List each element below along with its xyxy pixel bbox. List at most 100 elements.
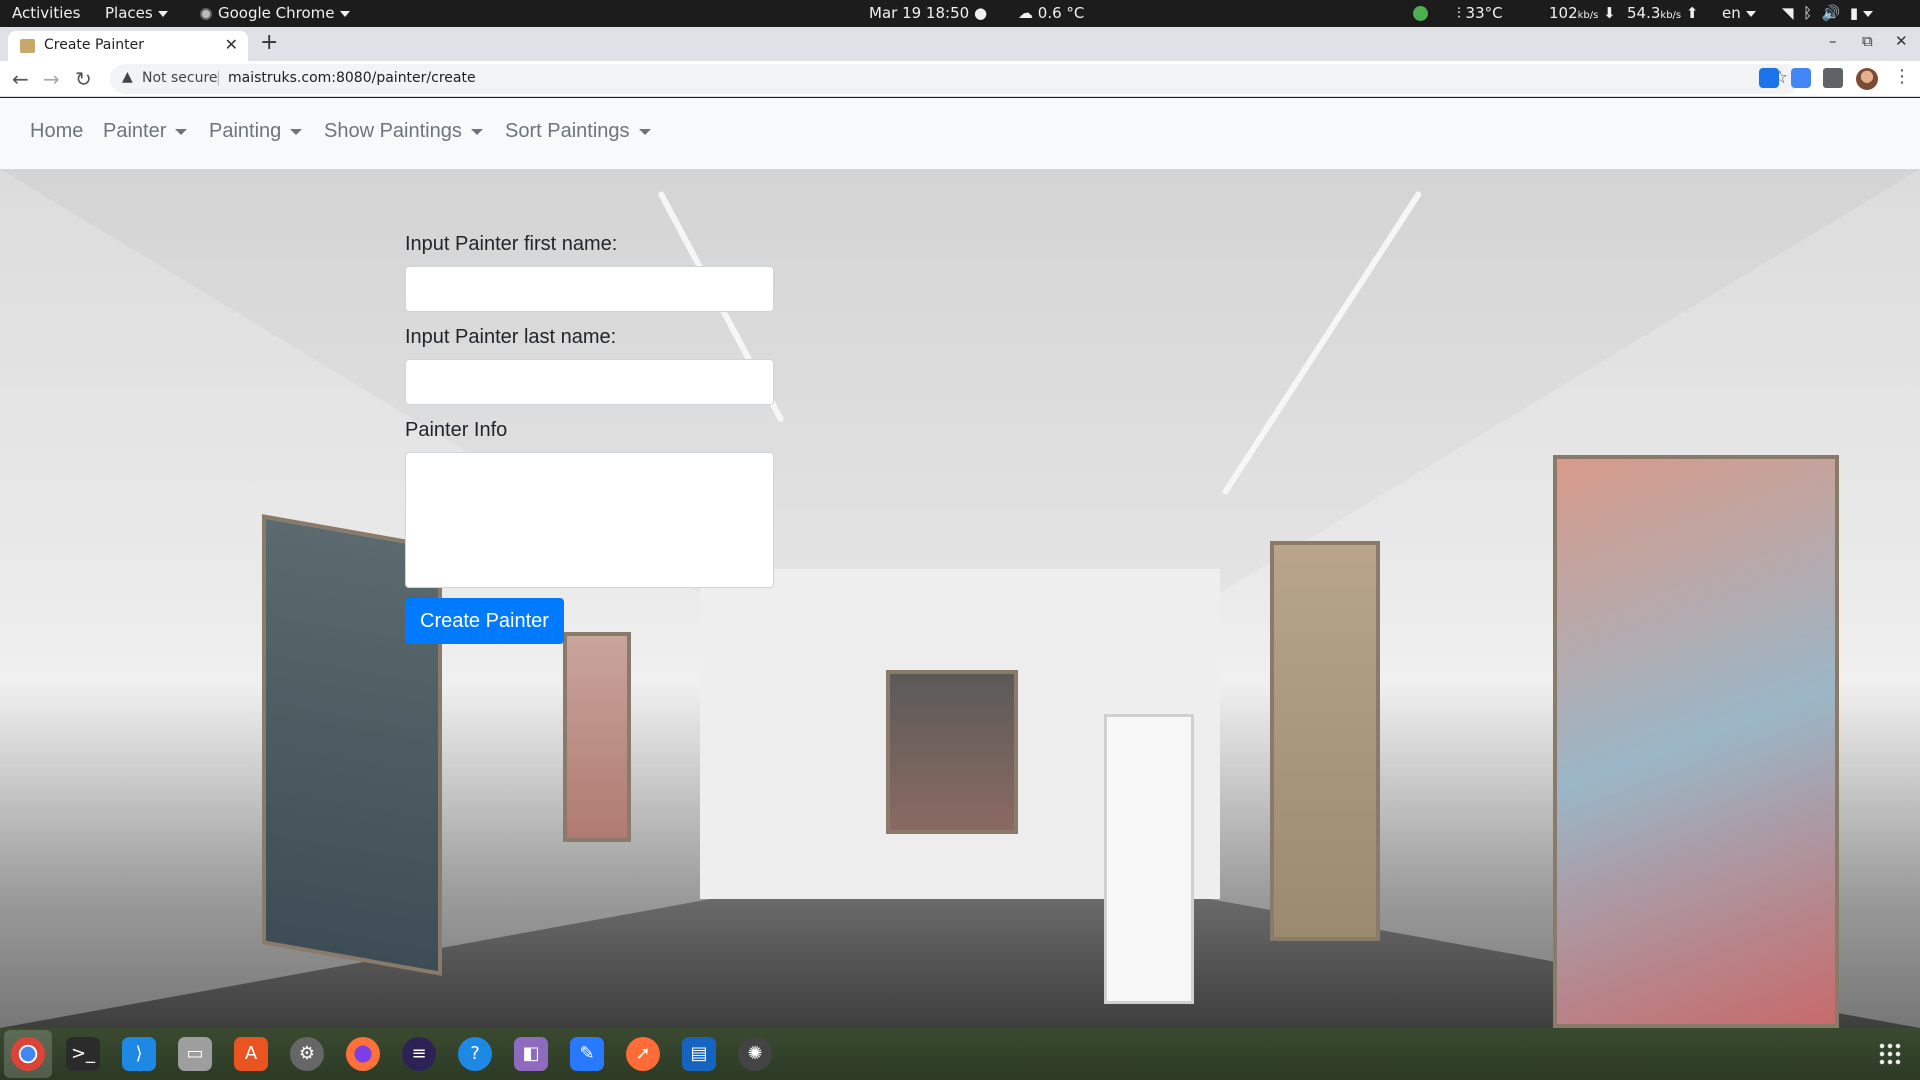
minimize-button[interactable]: –	[1829, 32, 1837, 50]
browser-tab[interactable]: Create Painter ✕	[8, 31, 248, 61]
text-editor-icon[interactable]: ✎	[570, 1037, 604, 1071]
help-icon[interactable]: ?	[458, 1037, 492, 1071]
weather-icon: ☁	[1018, 4, 1033, 22]
painting-artwork	[1270, 541, 1380, 941]
nav-sort-paintings-label: Sort Paintings	[505, 120, 630, 142]
web-page: Home Painter Painting Show Paintings Sor…	[0, 98, 1920, 1028]
gear-app-icon[interactable]: ✺	[738, 1037, 772, 1071]
net-down-indicator: 102kb/s ⬇	[1549, 0, 1616, 27]
nav-painting-dropdown[interactable]: Painting	[209, 120, 303, 143]
nav-painter-label: Painter	[103, 120, 167, 142]
painting-artwork	[563, 632, 631, 842]
chevron-down-icon	[175, 128, 188, 135]
painting-artwork	[1553, 455, 1839, 1028]
restore-button[interactable]: ⧉	[1862, 32, 1873, 50]
system-top-bar: Activities Places Google Chrome Mar 19 1…	[0, 0, 1920, 27]
chrome-icon[interactable]	[11, 1037, 45, 1071]
check-icon	[1413, 6, 1428, 21]
create-painter-form: Input Painter first name: Input Painter …	[405, 233, 775, 644]
chevron-down-icon	[1745, 10, 1756, 17]
address-bar[interactable]: ▲ Not secure | maistruks.com:8080/painte…	[110, 64, 1800, 94]
first-name-label: Input Painter first name:	[405, 233, 618, 255]
new-tab-button[interactable]: +	[260, 30, 278, 55]
gallery-door	[1104, 714, 1194, 1004]
url-text[interactable]: maistruks.com:8080/painter/create	[228, 70, 476, 86]
reader-extension-icon[interactable]	[1791, 68, 1811, 88]
bluetooth-icon: ᛒ	[1803, 4, 1813, 22]
software-center-icon[interactable]: A	[234, 1037, 268, 1071]
nav-sort-paintings-dropdown[interactable]: Sort Paintings	[505, 120, 651, 143]
forward-button[interactable]: →	[43, 67, 60, 91]
nav-show-paintings-dropdown[interactable]: Show Paintings	[324, 120, 483, 143]
tab-title: Create Painter	[44, 37, 144, 53]
wifi-icon: ◥	[1782, 4, 1794, 22]
create-painter-button[interactable]: Create Painter	[405, 598, 564, 644]
app-menu[interactable]: Google Chrome	[200, 0, 350, 27]
dock: >_ ⟩ ▭ A ⚙ ≡ ? ◧ ✎ ➚ ▤ ✺	[0, 1028, 1920, 1080]
last-name-input[interactable]	[405, 359, 774, 405]
address-toolbar: ← → ↻ ▲ Not secure | maistruks.com:8080/…	[0, 61, 1920, 97]
chevron-down-icon	[1863, 10, 1874, 17]
files-icon[interactable]: ▭	[178, 1037, 212, 1071]
weather-indicator[interactable]: ☁ 0.6 °C	[1018, 0, 1084, 27]
firefox-icon[interactable]	[346, 1037, 380, 1071]
clock-label: Mar 19 18:50	[869, 4, 970, 22]
app-menu-label: Google Chrome	[218, 4, 335, 22]
nav-show-paintings-label: Show Paintings	[324, 120, 462, 142]
painter-info-textarea[interactable]	[405, 452, 774, 588]
volume-icon: 🔊	[1821, 4, 1841, 22]
vscode-icon[interactable]: ⟩	[122, 1037, 156, 1071]
weather-label: 0.6 °C	[1037, 4, 1085, 22]
favicon-icon	[20, 39, 35, 53]
divider: |	[216, 70, 221, 86]
last-name-label: Input Painter last name:	[405, 326, 617, 348]
painting-artwork	[886, 670, 1018, 834]
activities-button[interactable]: Activities	[12, 0, 80, 27]
settings-icon[interactable]: ⚙	[290, 1037, 324, 1071]
net-down-value: 102	[1549, 4, 1578, 22]
net-up-value: 54.3	[1627, 4, 1661, 22]
thermometer-icon: ⫶	[1457, 4, 1461, 22]
notification-dot-icon: ●	[973, 4, 988, 22]
close-window-button[interactable]: ✕	[1895, 32, 1908, 50]
gallery-background-image	[0, 169, 1920, 1028]
places-label: Places	[105, 4, 153, 22]
nav-painting-label: Painting	[209, 120, 282, 142]
nav-home[interactable]: Home	[30, 120, 83, 143]
browser-menu-icon[interactable]: ⋮	[1893, 66, 1911, 87]
show-applications-icon[interactable]	[1878, 1042, 1902, 1066]
toolbox-icon[interactable]: ◧	[514, 1037, 548, 1071]
warning-icon: ▲	[122, 69, 133, 85]
cpu-temp-indicator[interactable]: ⫶ 33°C	[1457, 0, 1503, 27]
painter-info-label: Painter Info	[405, 419, 508, 441]
profile-avatar[interactable]	[1856, 68, 1878, 90]
net-up-indicator: 54.3kb/s ⬆	[1627, 0, 1698, 27]
places-menu[interactable]: Places	[105, 0, 168, 27]
document-viewer-icon[interactable]: ▤	[682, 1037, 716, 1071]
chrome-icon	[200, 7, 212, 20]
nav-painter-dropdown[interactable]: Painter	[103, 120, 188, 143]
tab-strip: Create Painter ✕	[0, 27, 1920, 61]
system-tray[interactable]: ◥ ᛒ 🔊 ▮	[1782, 0, 1874, 27]
status-ok-indicator[interactable]	[1413, 0, 1428, 27]
arrow-up-icon: ⬆	[1685, 4, 1699, 22]
back-button[interactable]: ←	[12, 67, 29, 91]
cpu-temp-label: 33°C	[1465, 4, 1503, 22]
chevron-down-icon	[470, 128, 483, 135]
postman-icon[interactable]: ➚	[626, 1037, 660, 1071]
terminal-icon[interactable]: >_	[66, 1037, 100, 1071]
extensions-puzzle-icon[interactable]	[1823, 68, 1843, 88]
clock[interactable]: Mar 19 18:50 ●	[869, 0, 987, 27]
eclipse-icon[interactable]: ≡	[402, 1037, 436, 1071]
chevron-down-icon	[339, 10, 350, 17]
site-navbar: Home Painter Painting Show Paintings Sor…	[0, 98, 1920, 169]
reload-button[interactable]: ↻	[75, 67, 92, 91]
battery-icon: ▮	[1849, 4, 1859, 22]
language-menu[interactable]: en	[1722, 0, 1756, 27]
close-icon[interactable]: ✕	[225, 35, 238, 54]
arrow-down-icon: ⬇	[1603, 4, 1616, 22]
chevron-down-icon	[638, 128, 651, 135]
first-name-input[interactable]	[405, 266, 774, 312]
translate-extension-icon[interactable]	[1759, 68, 1779, 88]
security-label[interactable]: Not secure	[142, 70, 218, 86]
